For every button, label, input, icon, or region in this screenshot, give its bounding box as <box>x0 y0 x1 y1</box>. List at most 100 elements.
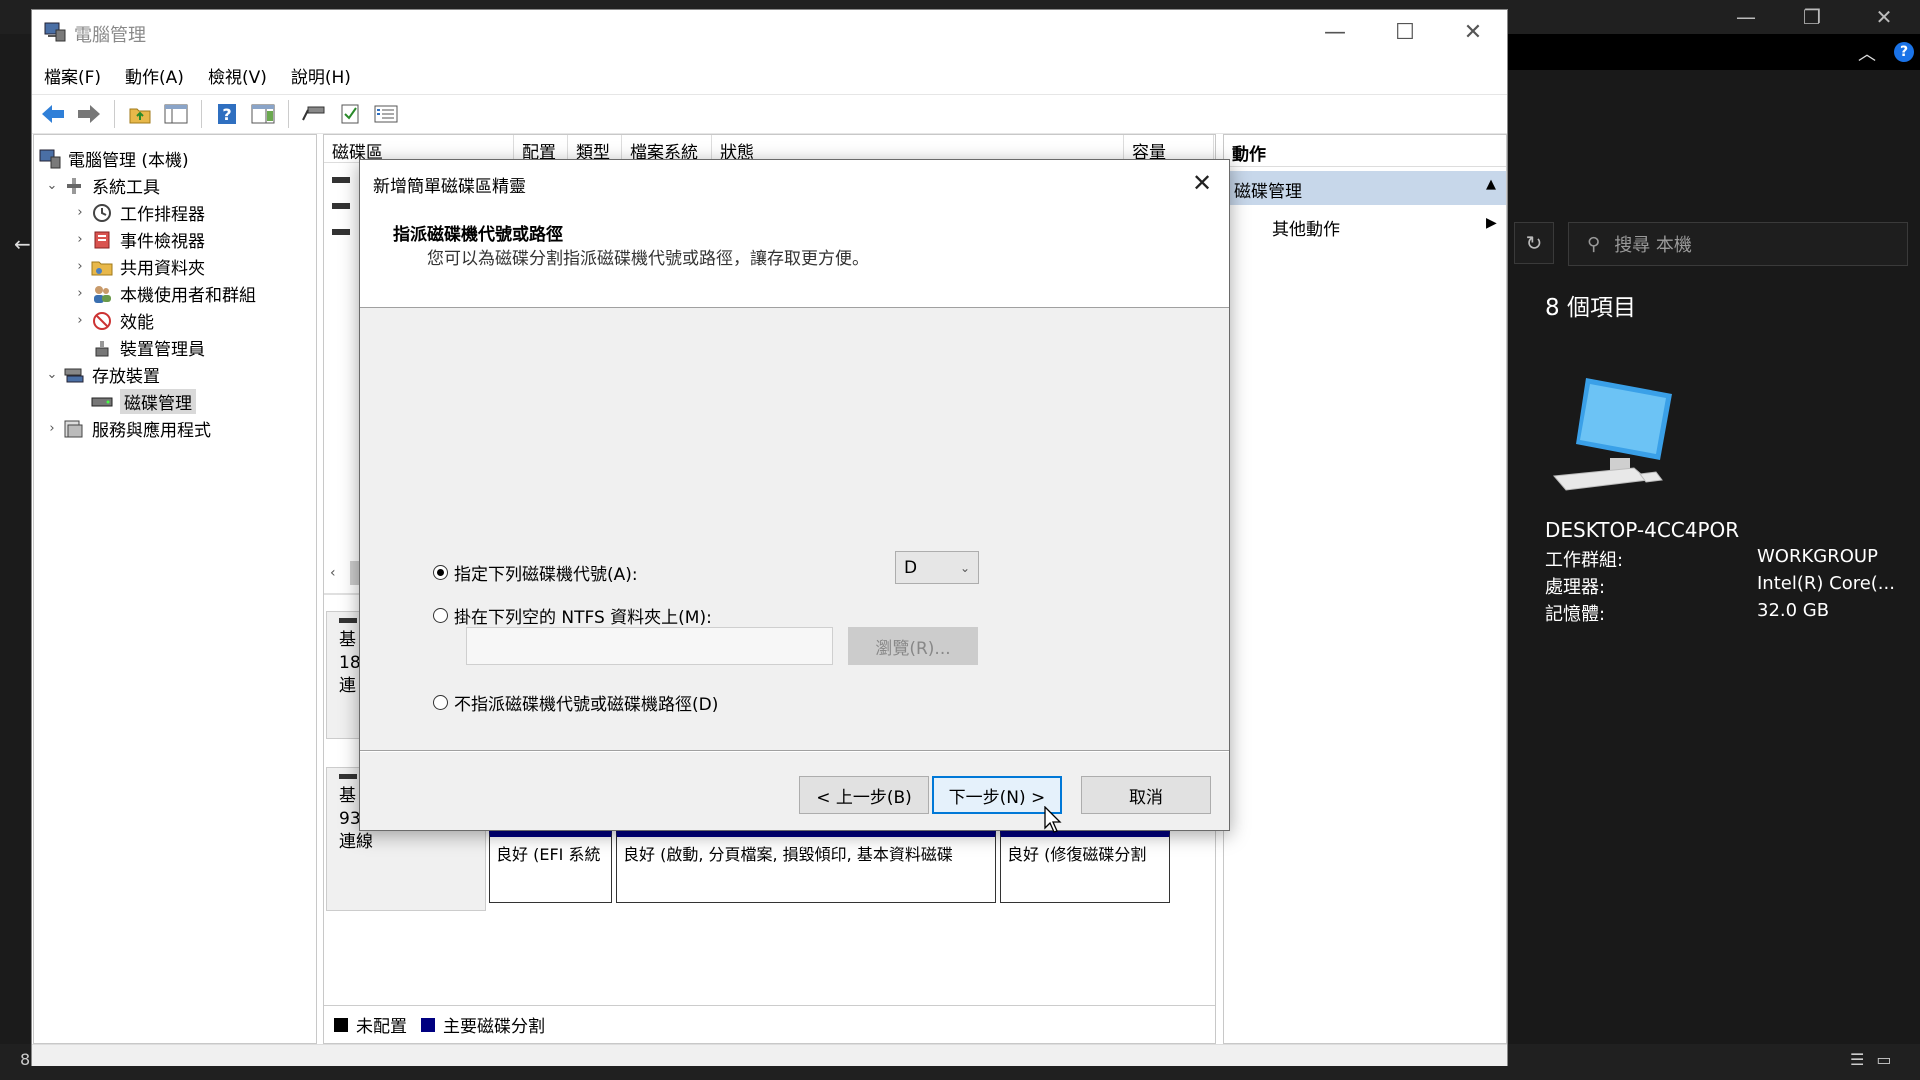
toolbar-separator <box>114 100 115 128</box>
browse-button[interactable]: 瀏覽(R)... <box>848 627 978 665</box>
chevron-right-icon[interactable]: › <box>70 205 90 220</box>
connect-icon[interactable] <box>299 99 329 129</box>
tree-label: 效能 <box>120 313 154 333</box>
radio-button[interactable] <box>433 565 448 580</box>
restore-icon[interactable]: ❐ <box>1776 0 1848 34</box>
chevron-right-icon[interactable]: › <box>70 232 90 247</box>
tree-item-shared-folders[interactable]: › 共用資料夾 <box>70 253 205 280</box>
close-icon[interactable]: ✕ <box>1438 10 1508 54</box>
item-count: 8 個項目 <box>1545 295 1636 321</box>
chevron-right-icon[interactable]: › <box>70 313 90 328</box>
drive-letter-value: D <box>904 557 918 578</box>
tree-label: 系統工具 <box>92 178 160 198</box>
tree-label: 裝置管理員 <box>120 340 205 360</box>
disk-icon <box>339 774 357 779</box>
tiles-view-icon[interactable]: ▭ <box>1876 1050 1891 1069</box>
collapse-up-icon[interactable]: ▲ <box>1486 177 1496 199</box>
tree-item-disk-management[interactable]: 磁碟管理 <box>90 388 196 415</box>
tree-item-root[interactable]: 電腦管理 (本機) <box>38 145 189 172</box>
tree-item-performance[interactable]: › 效能 <box>70 307 154 334</box>
partition-block[interactable]: 良好 (修復磁碟分割 <box>1000 831 1170 903</box>
clock-icon <box>90 202 114 224</box>
radio-label: 指定下列磁碟機代號(A): <box>454 565 638 585</box>
computer-icon[interactable] <box>1552 372 1684 496</box>
chevron-up-icon[interactable]: ︿ <box>1858 40 1876 66</box>
cancel-button[interactable]: 取消 <box>1081 776 1211 814</box>
details-view-icon[interactable]: ☰ <box>1850 1050 1864 1069</box>
volume-drive-icon <box>332 229 350 235</box>
menu-help[interactable]: 說明(H) <box>279 57 363 89</box>
radio-no-letter[interactable]: 不指派磁碟機代號或磁碟機路徑(D) <box>433 690 718 715</box>
performance-icon <box>90 310 114 332</box>
forward-arrow-icon[interactable] <box>74 99 104 129</box>
show-hide-action-pane-icon[interactable] <box>248 99 278 129</box>
chevron-right-icon[interactable]: › <box>70 259 90 274</box>
radio-button[interactable] <box>433 608 448 623</box>
chevron-down-icon: ⌄ <box>959 560 970 575</box>
volume-drive-icon <box>332 203 350 209</box>
scroll-left-icon[interactable]: ‹ <box>330 565 336 581</box>
up-folder-icon[interactable] <box>125 99 155 129</box>
tools-icon <box>62 175 86 197</box>
search-box[interactable]: ⚲ 搜尋 本機 <box>1568 222 1908 266</box>
tree-label: 服務與應用程式 <box>92 421 211 441</box>
wizard-separator <box>360 750 1229 752</box>
submenu-arrow-icon: ▶ <box>1486 215 1497 231</box>
mouse-cursor-icon <box>1044 806 1062 833</box>
actions-group-disk-management[interactable]: 磁碟管理 ▲ <box>1224 171 1506 205</box>
actions-pane: 動作 磁碟管理 ▲ 其他動作 ▶ <box>1223 134 1507 1044</box>
property-row: 處理器: Intel(R) Core(... <box>1545 573 1905 599</box>
tree-label: 電腦管理 (本機) <box>68 151 189 171</box>
close-icon[interactable]: ✕ <box>1182 166 1222 200</box>
wizard-header: 新增簡單磁碟區精靈 ✕ 指派磁碟機代號或路徑 您可以為磁碟分割指派磁碟機代號或路… <box>360 160 1229 308</box>
maximize-icon[interactable]: ☐ <box>1370 10 1440 54</box>
storage-icon <box>62 364 86 386</box>
next-button[interactable]: 下一步(N) > <box>932 776 1062 814</box>
menu-file[interactable]: 檔案(F) <box>32 57 113 89</box>
menu-view[interactable]: 檢視(V) <box>196 57 279 89</box>
actions-group-label: 磁碟管理 <box>1234 182 1302 202</box>
minimize-icon[interactable]: — <box>1300 10 1370 54</box>
chevron-down-icon[interactable]: ⌄ <box>42 178 62 193</box>
properties-icon[interactable] <box>371 99 401 129</box>
wizard-title: 新增簡單磁碟區精靈 <box>373 177 526 197</box>
radio-mount-ntfs[interactable]: 掛在下列空的 NTFS 資料夾上(M): <box>433 603 712 628</box>
property-value: 32.0 GB <box>1757 600 1830 621</box>
drive-letter-select[interactable]: D ⌄ <box>895 551 979 584</box>
tree-item-system-tools[interactable]: ⌄ 系統工具 <box>42 172 160 199</box>
back-button[interactable]: < 上一步(B) <box>799 776 929 814</box>
radio-button[interactable] <box>433 695 448 710</box>
minimize-icon[interactable]: — <box>1710 0 1782 34</box>
property-row: 工作群組: WORKGROUP <box>1545 546 1905 572</box>
tree-item-local-users[interactable]: › 本機使用者和群組 <box>70 280 256 307</box>
property-key: 處理器: <box>1545 577 1606 598</box>
ntfs-path-input[interactable] <box>466 627 833 665</box>
chevron-down-icon[interactable]: ⌄ <box>42 367 62 382</box>
tree-item-storage[interactable]: ⌄ 存放裝置 <box>42 361 160 388</box>
back-arrow-icon[interactable] <box>38 99 68 129</box>
menu-action[interactable]: 動作(A) <box>113 57 196 89</box>
partition-status: 良好 (啟動, 分頁檔案, 損毀傾印, 基本資料磁碟 <box>623 845 953 864</box>
tree-item-services-apps[interactable]: › 服務與應用程式 <box>42 415 211 442</box>
help-icon[interactable]: ? <box>1894 42 1914 62</box>
tree-item-event-viewer[interactable]: › 事件檢視器 <box>70 226 205 253</box>
help-icon[interactable]: ? <box>212 99 242 129</box>
tree-label: 存放裝置 <box>92 367 160 387</box>
actions-more-item[interactable]: 其他動作 ▶ <box>1224 209 1506 243</box>
window-titlebar: 電腦管理 — ☐ ✕ <box>32 10 1507 54</box>
partition-block[interactable]: 良好 (EFI 系統 <box>489 831 612 903</box>
window-title: 電腦管理 <box>74 25 146 46</box>
tree-item-task-scheduler[interactable]: › 工作排程器 <box>70 199 205 226</box>
tree-item-device-manager[interactable]: 裝置管理員 <box>90 334 205 361</box>
chevron-right-icon[interactable]: › <box>70 286 90 301</box>
radio-label: 掛在下列空的 NTFS 資料夾上(M): <box>454 608 712 628</box>
chevron-right-icon[interactable]: › <box>42 421 62 436</box>
close-icon[interactable]: ✕ <box>1848 0 1920 34</box>
refresh-icon[interactable]: ↻ <box>1514 222 1554 264</box>
show-hide-tree-icon[interactable] <box>161 99 191 129</box>
radio-assign-letter[interactable]: 指定下列磁碟機代號(A): <box>433 560 638 585</box>
device-manager-icon <box>90 337 114 359</box>
partition-block[interactable]: 良好 (啟動, 分頁檔案, 損毀傾印, 基本資料磁碟 <box>616 831 996 903</box>
check-icon[interactable] <box>335 99 365 129</box>
back-arrow-icon[interactable]: ← <box>14 232 31 256</box>
